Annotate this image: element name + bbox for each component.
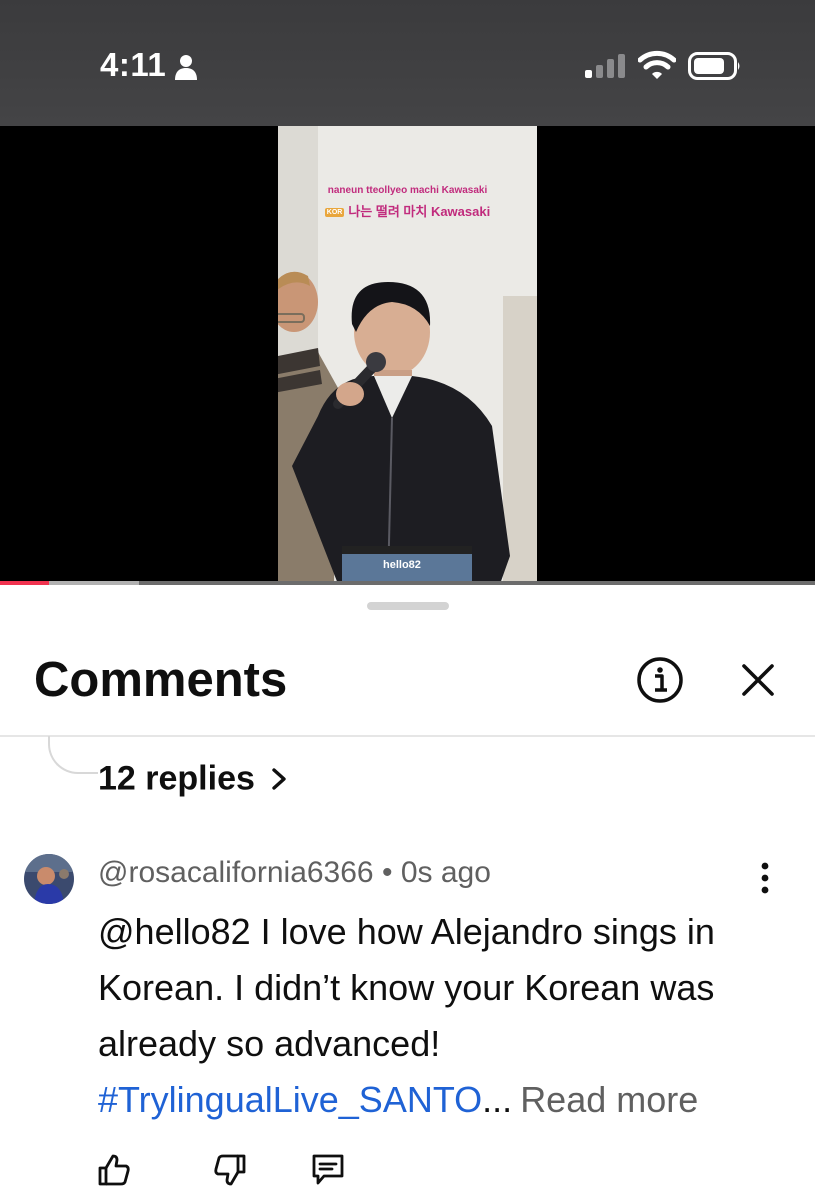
info-icon[interactable] xyxy=(636,656,684,704)
battery-icon xyxy=(688,52,740,80)
signal-icon xyxy=(585,54,625,78)
comment-body-text: @hello82 I love how Alejandro sings in K… xyxy=(98,911,715,1064)
comment-text: @hello82 I love how Alejandro sings in K… xyxy=(98,904,778,1128)
video-progress-bar[interactable] xyxy=(0,581,815,585)
avatar-image xyxy=(24,854,74,904)
comment-hashtag-link[interactable]: #TrylingualLive_SANTO xyxy=(98,1079,482,1120)
thumbs-down-icon[interactable] xyxy=(212,1152,248,1188)
video-watermark: hello82 xyxy=(383,559,421,571)
reply-icon[interactable] xyxy=(310,1152,346,1188)
view-replies-link[interactable]: 12 replies xyxy=(98,758,288,799)
comment-author[interactable]: @rosacalifornia6366 xyxy=(98,856,374,889)
progress-played xyxy=(0,581,49,585)
comment-timestamp: 0s ago xyxy=(400,856,491,889)
person-icon xyxy=(175,55,197,80)
read-more-link[interactable]: Read more xyxy=(520,1079,698,1120)
drag-handle[interactable] xyxy=(367,602,449,610)
lyrics-korean: KOR 나는 떨려 마치 Kawasaki xyxy=(278,201,537,220)
close-icon[interactable] xyxy=(738,660,778,700)
header-divider xyxy=(0,735,815,737)
wifi-icon xyxy=(638,50,676,79)
language-tag: KOR xyxy=(324,208,345,217)
chevron-right-icon xyxy=(272,768,287,790)
comments-title: Comments xyxy=(34,653,288,707)
status-time: 4:11 xyxy=(100,46,167,83)
thumbs-up-icon[interactable] xyxy=(96,1152,132,1188)
thread-connector xyxy=(48,736,98,774)
comment-meta: @rosacalifornia6366 • 0s ago xyxy=(98,856,491,890)
status-bar: 4:11 xyxy=(0,0,815,126)
video-player[interactable]: naneun tteollyeo machi Kawasaki KOR 나는 떨려… xyxy=(0,126,815,584)
replies-count-label: 12 replies xyxy=(98,759,255,798)
comment-actions xyxy=(0,1152,815,1192)
avatar[interactable] xyxy=(24,854,74,904)
lyrics-korean-text: 나는 떨려 마치 Kawasaki xyxy=(348,204,491,219)
comments-sheet: Comments 12 replies @rosacalifornia6366 … xyxy=(0,586,815,1200)
lyrics-romanized: naneun tteollyeo machi Kawasaki xyxy=(327,185,488,196)
meta-separator: • xyxy=(381,856,393,889)
progress-buffered xyxy=(48,581,139,585)
more-vert-icon[interactable] xyxy=(750,860,780,896)
comment-ellipsis: ... xyxy=(482,1079,513,1120)
video-frame[interactable]: naneun tteollyeo machi Kawasaki KOR 나는 떨려… xyxy=(278,126,537,584)
